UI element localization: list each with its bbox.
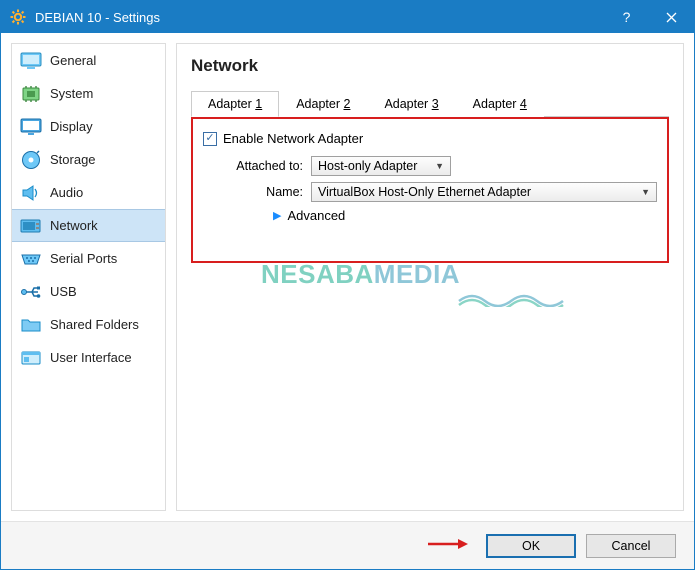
sidebar-label: Audio [50, 185, 83, 200]
titlebar: DEBIAN 10 - Settings ? [1, 1, 694, 33]
sidebar-label: Network [50, 218, 98, 233]
window-body: General System Display Storage Audio Net… [1, 33, 694, 521]
sidebar-item-storage[interactable]: Storage [12, 143, 165, 176]
sidebar-label: System [50, 86, 93, 101]
advanced-expander[interactable]: ▶ Advanced [273, 208, 657, 223]
interface-icon [20, 348, 42, 368]
sidebar-label: General [50, 53, 96, 68]
sidebar-item-display[interactable]: Display [12, 110, 165, 143]
sidebar-item-user-interface[interactable]: User Interface [12, 341, 165, 374]
monitor-icon [20, 51, 42, 71]
main-panel: Network Adapter 1 Adapter 2 Adapter 3 Ad… [176, 43, 684, 511]
attached-to-dropdown[interactable]: Host-only Adapter ▼ [311, 156, 451, 176]
checkbox-icon: ✓ [203, 132, 217, 146]
ok-button[interactable]: OK [486, 534, 576, 558]
sidebar-item-shared-folders[interactable]: Shared Folders [12, 308, 165, 341]
sidebar-item-usb[interactable]: USB [12, 275, 165, 308]
close-button[interactable] [649, 1, 694, 33]
window-title: DEBIAN 10 - Settings [35, 10, 604, 25]
tab-adapter-3[interactable]: Adapter 3 [367, 91, 455, 117]
network-card-icon [20, 216, 42, 236]
advanced-label: Advanced [287, 208, 345, 223]
tab-adapter-1[interactable]: Adapter 1 [191, 91, 279, 117]
disk-icon [20, 150, 42, 170]
chip-icon [20, 84, 42, 104]
dropdown-value: VirtualBox Host-Only Ethernet Adapter [318, 185, 531, 199]
tab-adapter-4[interactable]: Adapter 4 [456, 91, 544, 117]
settings-window: DEBIAN 10 - Settings ? General System Di… [0, 0, 695, 570]
sidebar-label: Serial Ports [50, 251, 117, 266]
sidebar: General System Display Storage Audio Net… [11, 43, 166, 511]
highlight-annotation: ✓ Enable Network Adapter Attached to: Ho… [191, 117, 669, 263]
sidebar-label: Display [50, 119, 93, 134]
folder-icon [20, 315, 42, 335]
sidebar-label: USB [50, 284, 77, 299]
cancel-button[interactable]: Cancel [586, 534, 676, 558]
tab-adapter-2[interactable]: Adapter 2 [279, 91, 367, 117]
sidebar-item-network[interactable]: Network [12, 209, 165, 242]
help-button[interactable]: ? [604, 1, 649, 33]
sidebar-item-serial-ports[interactable]: Serial Ports [12, 242, 165, 275]
sidebar-item-audio[interactable]: Audio [12, 176, 165, 209]
sidebar-label: User Interface [50, 350, 132, 365]
usb-icon [20, 282, 42, 302]
display-icon [20, 117, 42, 137]
watermark-wave-icon [457, 289, 567, 307]
speaker-icon [20, 183, 42, 203]
adapter-tabs: Adapter 1 Adapter 2 Adapter 3 Adapter 4 [191, 90, 669, 117]
checkbox-label: Enable Network Adapter [223, 131, 363, 146]
expand-arrow-icon: ▶ [273, 209, 281, 222]
gear-icon [9, 8, 27, 26]
sidebar-item-system[interactable]: System [12, 77, 165, 110]
watermark: NESABAMEDIA [261, 259, 460, 290]
enable-adapter-checkbox[interactable]: ✓ Enable Network Adapter [203, 131, 657, 146]
sidebar-item-general[interactable]: General [12, 44, 165, 77]
sidebar-label: Shared Folders [50, 317, 139, 332]
name-label: Name: [203, 185, 311, 199]
footer: OK Cancel [1, 521, 694, 569]
serial-port-icon [20, 249, 42, 269]
arrow-annotation-icon [426, 534, 470, 557]
name-dropdown[interactable]: VirtualBox Host-Only Ethernet Adapter ▼ [311, 182, 657, 202]
chevron-down-icon: ▼ [435, 161, 444, 171]
sidebar-label: Storage [50, 152, 96, 167]
page-title: Network [191, 56, 669, 76]
attached-to-label: Attached to: [203, 159, 311, 173]
dropdown-value: Host-only Adapter [318, 159, 417, 173]
chevron-down-icon: ▼ [641, 187, 650, 197]
